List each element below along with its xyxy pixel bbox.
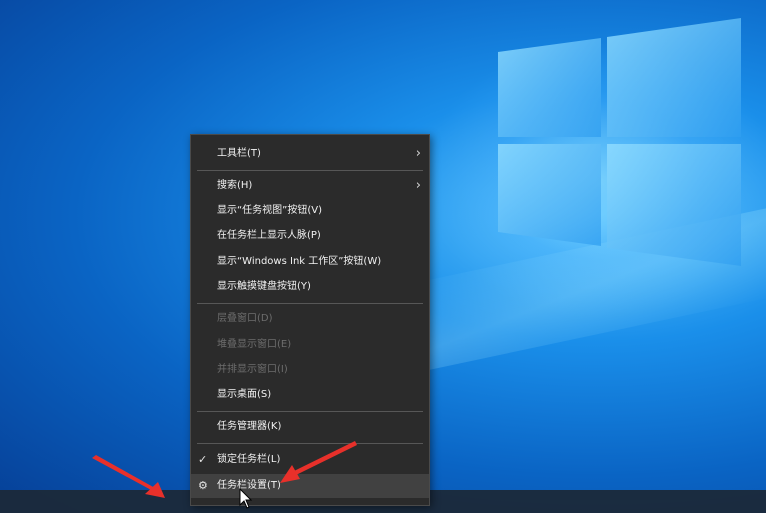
checkmark-icon: ✓ [198, 453, 208, 466]
logo-pane-top-right [607, 18, 741, 137]
menu-item-label: 堆叠显示窗口(E) [217, 339, 292, 350]
chevron-right-icon: › [415, 178, 421, 193]
menu-item-side-by-side-windows: 并排显示窗口(I) [191, 358, 429, 382]
menu-item-show-desktop[interactable]: 显示桌面(S) [191, 383, 429, 407]
logo-pane-top-left [498, 38, 601, 137]
menu-item-label: 并排显示窗口(I) [217, 364, 288, 375]
menu-item-stack-windows: 堆叠显示窗口(E) [191, 333, 429, 357]
menu-item-show-people[interactable]: 在任务栏上显示人脉(P) [191, 224, 429, 248]
menu-item-label: 显示“Windows Ink 工作区”按钮(W) [217, 256, 382, 267]
chevron-right-icon: › [415, 146, 421, 161]
menu-item-label: 层叠窗口(D) [217, 313, 273, 324]
menu-item-task-manager[interactable]: 任务管理器(K) [191, 415, 429, 439]
logo-pane-bottom-left [498, 144, 601, 246]
logo-pane-bottom-right [607, 144, 741, 266]
menu-item-label: 锁定任务栏(L) [217, 454, 281, 465]
menu-item-search[interactable]: 搜索(H) › [191, 174, 429, 198]
menu-separator [197, 443, 423, 444]
menu-separator [197, 411, 423, 412]
menu-item-label: 显示触摸键盘按钮(Y) [217, 281, 311, 292]
menu-separator [197, 170, 423, 171]
menu-item-show-windows-ink[interactable]: 显示“Windows Ink 工作区”按钮(W) [191, 250, 429, 274]
menu-item-lock-taskbar[interactable]: ✓ 锁定任务栏(L) [191, 448, 429, 472]
gear-icon: ⚙ [198, 479, 208, 492]
taskbar-context-menu: 工具栏(T) › 搜索(H) › 显示“任务视图”按钮(V) 在任务栏上显示人脉… [190, 134, 430, 506]
menu-item-cascade-windows: 层叠窗口(D) [191, 307, 429, 331]
mouse-cursor-icon [239, 488, 253, 509]
menu-item-label: 显示桌面(S) [217, 389, 272, 400]
menu-item-label: 在任务栏上显示人脉(P) [217, 230, 321, 241]
menu-item-show-task-view[interactable]: 显示“任务视图”按钮(V) [191, 199, 429, 223]
menu-item-label: 工具栏(T) [217, 148, 261, 159]
menu-item-label: 显示“任务视图”按钮(V) [217, 205, 323, 216]
menu-item-label: 搜索(H) [217, 180, 253, 191]
menu-item-taskbar-settings[interactable]: ⚙ 任务栏设置(T) [191, 474, 429, 498]
menu-item-show-touch-keyboard[interactable]: 显示触摸键盘按钮(Y) [191, 275, 429, 299]
menu-item-toolbars[interactable]: 工具栏(T) › [191, 142, 429, 166]
menu-item-label: 任务管理器(K) [217, 421, 282, 432]
menu-separator [197, 303, 423, 304]
